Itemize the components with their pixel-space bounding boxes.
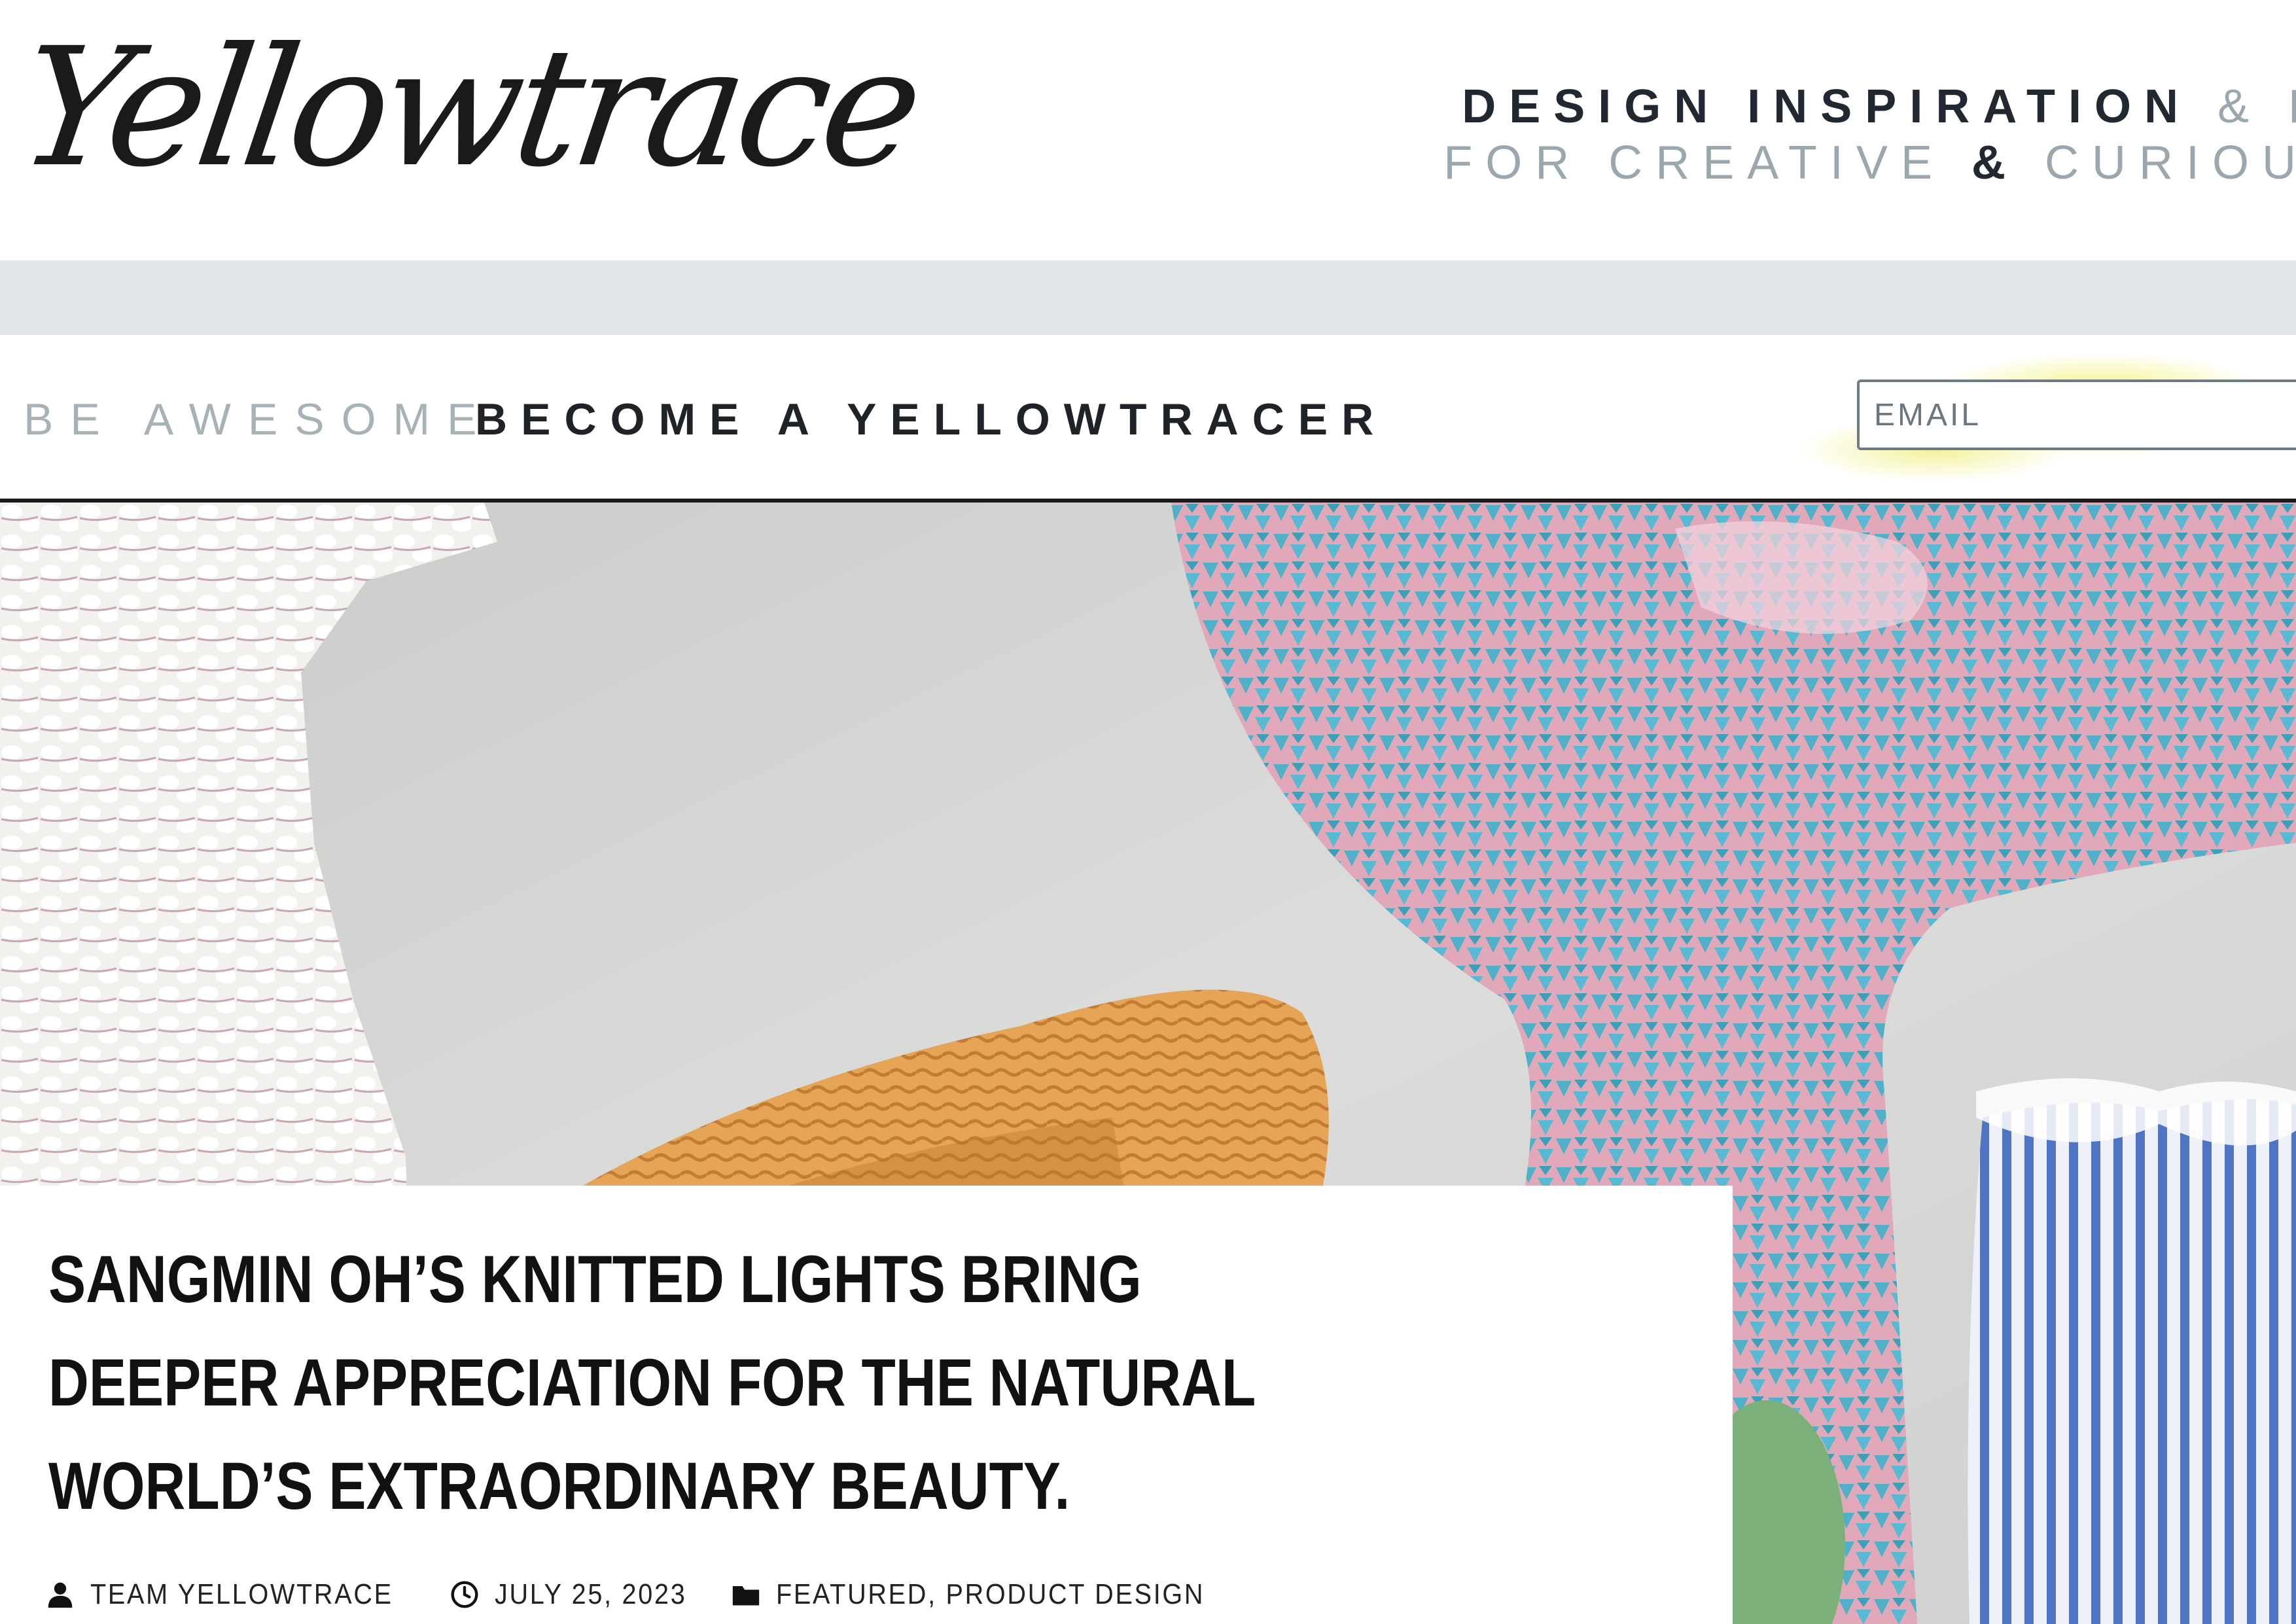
tagline-design-inspiration: DESIGN INSPIRATION [1462, 80, 2191, 133]
article-author[interactable]: TEAM YELLOWTRACE [90, 1578, 393, 1611]
site-logo[interactable]: Yellowtrace [9, 12, 928, 203]
tagline-line1-rest: & R [2217, 80, 2296, 133]
tagline-line-1: DESIGN INSPIRATION & R [1443, 79, 2296, 135]
tagline-curious: CURIOU [2045, 137, 2296, 189]
tagline-ampersand: & [1971, 137, 2019, 189]
category-separator: , [928, 1578, 937, 1610]
be-awesome-text: BE AWESOME [24, 395, 494, 444]
become-yellowtracer-text: BECOME A YELLOWTRACER [475, 395, 1388, 444]
article-card: SANGMIN OH’S KNITTED LIGHTS BRING DEEPER… [0, 1186, 1733, 1624]
clock-icon [451, 1581, 478, 1608]
category-featured[interactable]: FEATURED [776, 1578, 928, 1610]
tagline-line-2: FOR CREATIVE & CURIOU [1443, 135, 2296, 191]
site-tagline: DESIGN INSPIRATION & R FOR CREATIVE & CU… [1443, 79, 2296, 191]
article-date: JULY 25, 2023 [495, 1578, 687, 1610]
article-title[interactable]: SANGMIN OH’S KNITTED LIGHTS BRING DEEPER… [48, 1227, 1368, 1538]
tagline-for-creative: FOR CREATIVE [1443, 137, 1945, 189]
newsletter-bar: BE AWESOME BECOME A YELLOWTRACER [0, 335, 2296, 499]
email-input[interactable] [1857, 380, 2296, 450]
category-product-design[interactable]: PRODUCT DESIGN [946, 1578, 1205, 1610]
user-icon [48, 1582, 73, 1608]
folder-icon [733, 1586, 760, 1606]
navigation-bar [0, 260, 2296, 335]
site-header: Yellowtrace DESIGN INSPIRATION & R FOR C… [0, 0, 2296, 260]
article-categories: FEATURED, PRODUCT DESIGN [776, 1578, 1205, 1611]
article-meta: TEAM YELLOWTRACE JULY 25, 2023 FEATURED,… [46, 1572, 1252, 1617]
